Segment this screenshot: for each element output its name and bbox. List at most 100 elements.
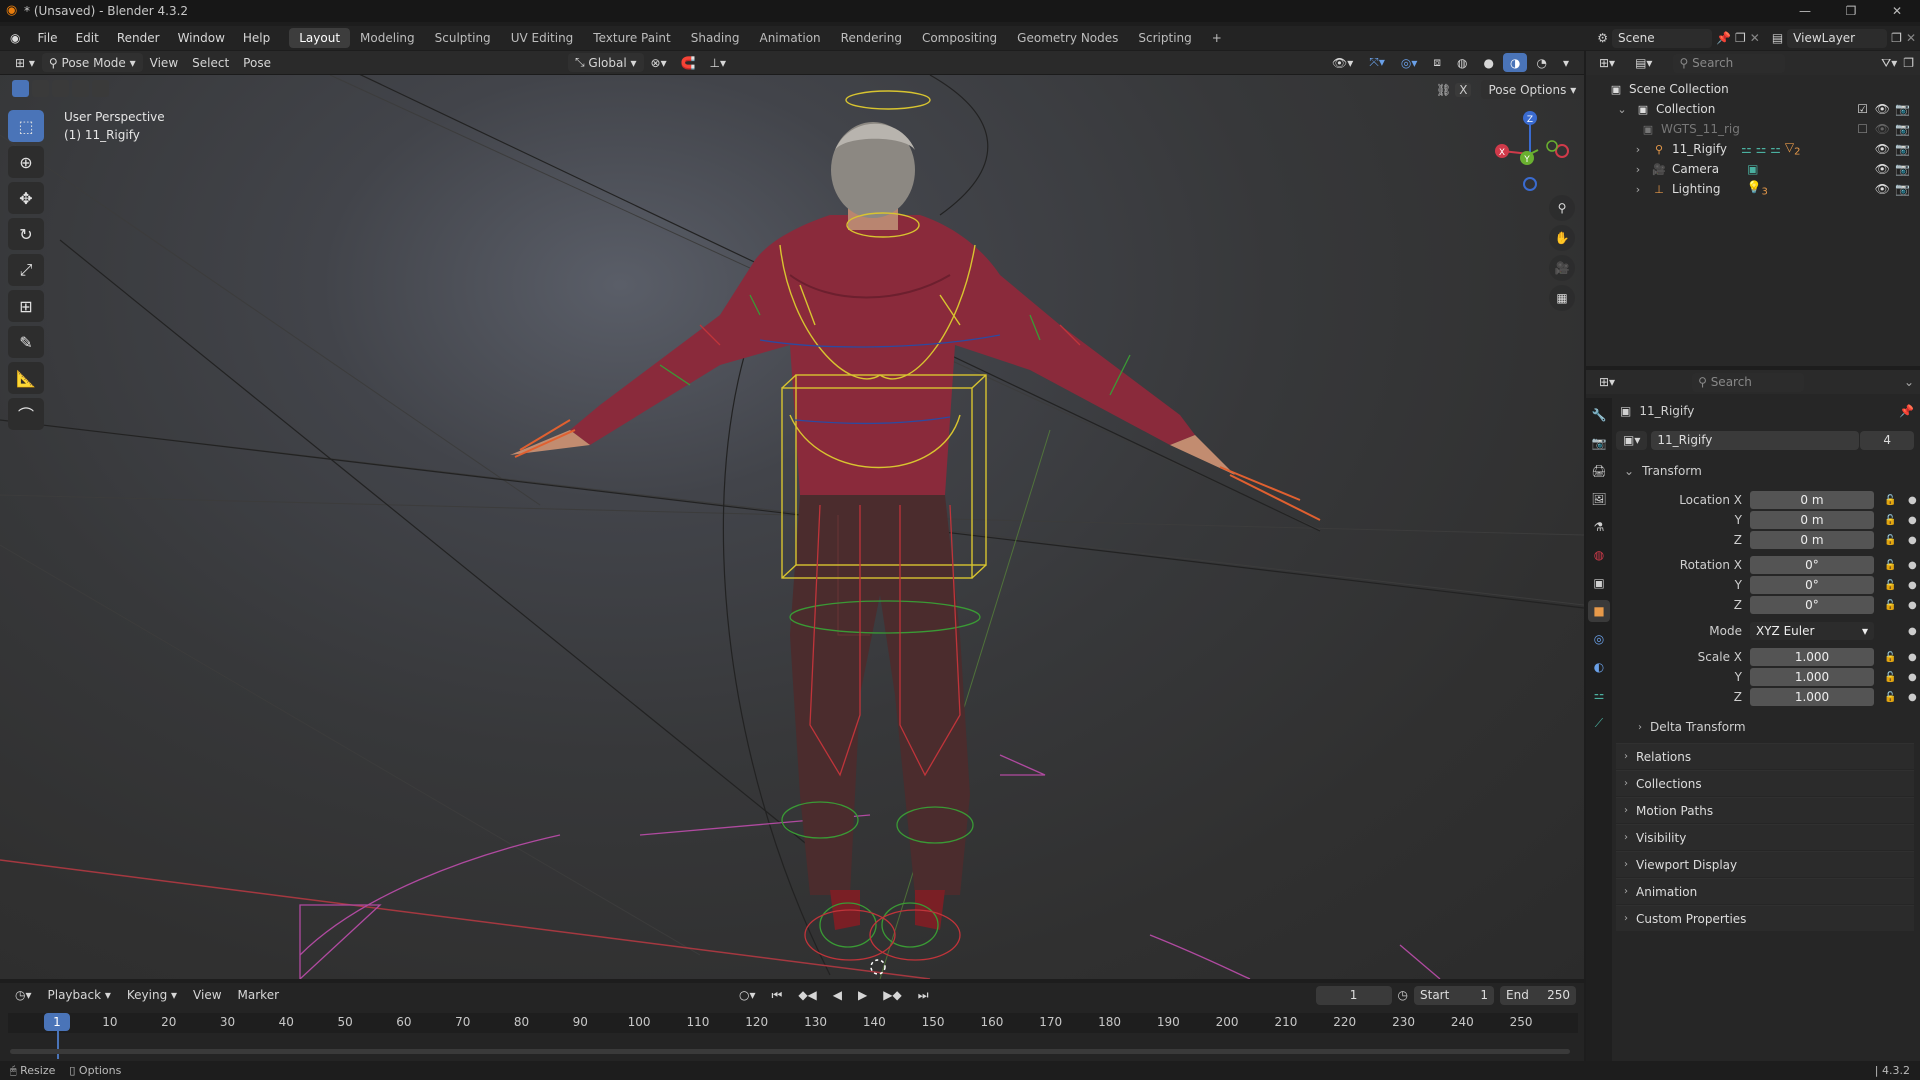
outliner-row-rigify[interactable]: › ⚲ 11_Rigify ⚍ ⚍ ⚍ ▽2 👁 📷 — [1586, 139, 1920, 159]
move-tool[interactable]: ✥ — [8, 182, 44, 214]
chevron-down-icon[interactable]: ⌄ — [1904, 375, 1914, 389]
eye-icon[interactable]: 👁 — [1875, 182, 1890, 196]
editor-type-button[interactable]: ⊞ ▾ — [8, 53, 42, 72]
output-tab-icon[interactable]: 🖨 — [1588, 460, 1610, 482]
pivot-icon[interactable]: ⊗▾ — [644, 53, 674, 72]
rotation-y-field[interactable]: 0° — [1750, 576, 1874, 594]
select-box-tool[interactable]: ⬚ — [8, 110, 44, 142]
outliner-row-scene-collection[interactable]: ▣ Scene Collection — [1586, 79, 1920, 99]
location-y-field[interactable]: 0 m — [1750, 511, 1874, 529]
snap-icon[interactable]: 🧲 — [674, 53, 703, 72]
keyframe-dot-icon[interactable]: ● — [1908, 600, 1917, 611]
play-reverse-icon[interactable]: ◀ — [826, 986, 849, 1005]
select-invert-icon[interactable] — [72, 80, 89, 97]
chevron-right-icon[interactable]: › — [1630, 143, 1646, 156]
auto-key-icon[interactable]: ○▾ — [732, 986, 763, 1005]
eye-icon[interactable]: 👁 — [1875, 102, 1890, 116]
keying-menu[interactable]: Keying ▾ — [120, 986, 184, 1005]
bone-tab-icon[interactable]: ⟋ — [1588, 712, 1610, 734]
properties-search-input[interactable]: ⚲ Search — [1692, 372, 1805, 392]
scale-y-field[interactable]: 1.000 — [1750, 668, 1874, 686]
constraint-tab-icon[interactable]: ⚍ — [1588, 684, 1610, 706]
keyframe-dot-icon[interactable]: ● — [1908, 535, 1917, 546]
keyframe-dot-icon[interactable]: ● — [1908, 580, 1917, 591]
current-frame-indicator[interactable]: 1 — [44, 1013, 70, 1031]
bone-size-tool[interactable]: ⌒ — [8, 398, 44, 430]
tab-geometry-nodes[interactable]: Geometry Nodes — [1007, 28, 1128, 48]
tab-rendering[interactable]: Rendering — [831, 28, 912, 48]
eye-icon[interactable]: 👁 — [1875, 162, 1890, 176]
frame-ruler[interactable]: 1 10 20 30 40 50 60 70 80 90 100 110 120 130 140 150 16… — [8, 1013, 1578, 1033]
outliner-row-camera[interactable]: › 🎥 Camera ▣ 👁 📷 — [1586, 159, 1920, 179]
exclude-checkbox[interactable]: ☑ — [1857, 102, 1868, 116]
menu-file[interactable]: File — [28, 31, 66, 45]
lock-icon[interactable]: 🔓 — [1884, 600, 1896, 611]
render-tab-icon[interactable]: 📷 — [1588, 432, 1610, 454]
delta-transform-header[interactable]: › Delta Transform — [1616, 715, 1914, 739]
tab-uv-editing[interactable]: UV Editing — [501, 28, 584, 48]
tab-shading[interactable]: Shading — [681, 28, 750, 48]
preview-range-icon[interactable]: ◷ — [1398, 988, 1408, 1002]
select-extend-icon[interactable] — [32, 80, 49, 97]
world-tab-icon[interactable]: ◍ — [1588, 544, 1610, 566]
annotate-tool[interactable]: ✎ — [8, 326, 44, 358]
visibility-icon[interactable]: 👁▾ — [1325, 53, 1360, 72]
lock-icon[interactable]: 🔓 — [1884, 495, 1896, 506]
camera-render-icon[interactable]: 📷 — [1895, 142, 1910, 156]
select-intersect-icon[interactable] — [92, 80, 109, 97]
chevron-down-icon[interactable]: ⌄ — [1614, 103, 1630, 116]
timeline-scrollbar[interactable] — [10, 1049, 1570, 1054]
exclude-checkbox[interactable]: ☐ — [1857, 122, 1868, 136]
cursor-tool[interactable]: ⊕ — [8, 146, 44, 178]
xray-icon[interactable]: ⧈ — [1426, 53, 1448, 72]
datablock-browse-button[interactable]: ▣▾ — [1616, 430, 1648, 450]
overlays-icon[interactable]: ◎▾ — [1394, 53, 1425, 72]
outliner-row-collection[interactable]: ⌄ ▣ Collection ☑ 👁 📷 — [1586, 99, 1920, 119]
menu-help[interactable]: Help — [234, 31, 279, 45]
menu-edit[interactable]: Edit — [67, 31, 108, 45]
tool-tab-icon[interactable]: 🔧 — [1588, 404, 1610, 426]
select-subtract-icon[interactable] — [52, 80, 69, 97]
remove-scene-icon[interactable]: ✕ — [1750, 31, 1760, 45]
view-layer-field[interactable]: ViewLayer — [1787, 28, 1888, 48]
rotate-tool[interactable]: ↻ — [8, 218, 44, 250]
display-mode-icon[interactable]: ▤▾ — [1628, 54, 1659, 73]
menu-view[interactable]: View — [143, 53, 185, 72]
new-collection-icon[interactable]: ❐ — [1903, 56, 1914, 71]
lock-icon[interactable]: 🔓 — [1884, 580, 1896, 591]
playhead-line[interactable] — [57, 1031, 59, 1059]
location-x-field[interactable]: 0 m — [1750, 491, 1874, 509]
keyframe-dot-icon[interactable]: ● — [1908, 515, 1917, 526]
x-mirror-toggle[interactable]: X — [1455, 82, 1472, 97]
chevron-right-icon[interactable]: › — [1630, 163, 1646, 176]
jump-start-icon[interactable]: ⏮ — [765, 986, 790, 1005]
pin-icon[interactable]: 📌 — [1716, 31, 1731, 45]
camera-render-icon[interactable]: 📷 — [1895, 102, 1910, 116]
scene-tab-icon[interactable]: ⚗ — [1588, 516, 1610, 538]
transform-affect-icon[interactable]: ⛓ — [1436, 83, 1451, 97]
lock-icon[interactable]: 🔓 — [1884, 560, 1896, 571]
section-relations[interactable]: › Relations — [1616, 743, 1914, 769]
lock-icon[interactable]: 🔓 — [1884, 652, 1896, 663]
lock-icon[interactable]: 🔓 — [1884, 535, 1896, 546]
tab-compositing[interactable]: Compositing — [912, 28, 1007, 48]
wireframe-shading-icon[interactable]: ◍ — [1450, 53, 1474, 72]
new-scene-icon[interactable]: ❐ — [1735, 31, 1746, 45]
material-shading-icon[interactable]: ◑ — [1503, 53, 1528, 72]
menu-render[interactable]: Render — [108, 31, 169, 45]
keyframe-dot-icon[interactable]: ● — [1908, 652, 1917, 663]
marker-menu[interactable]: Marker — [231, 986, 286, 1005]
transform-section-header[interactable]: ⌄ Transform — [1616, 458, 1914, 484]
menu-window[interactable]: Window — [169, 31, 234, 45]
pin-icon[interactable]: 📌 — [1899, 404, 1914, 418]
keyframe-dot-icon[interactable]: ● — [1908, 692, 1917, 703]
outliner-search-input[interactable]: ⚲ Search — [1673, 53, 1786, 73]
tab-animation[interactable]: Animation — [749, 28, 830, 48]
zoom-icon[interactable]: ⚲ — [1549, 195, 1575, 221]
camera-render-icon[interactable]: 📷 — [1895, 122, 1910, 136]
play-icon[interactable]: ▶ — [851, 986, 874, 1005]
tab-scripting[interactable]: Scripting — [1128, 28, 1201, 48]
section-viewport-display[interactable]: › Viewport Display — [1616, 851, 1914, 877]
keyframe-dot-icon[interactable]: ● — [1908, 626, 1917, 637]
camera-render-icon[interactable]: 📷 — [1895, 162, 1910, 176]
